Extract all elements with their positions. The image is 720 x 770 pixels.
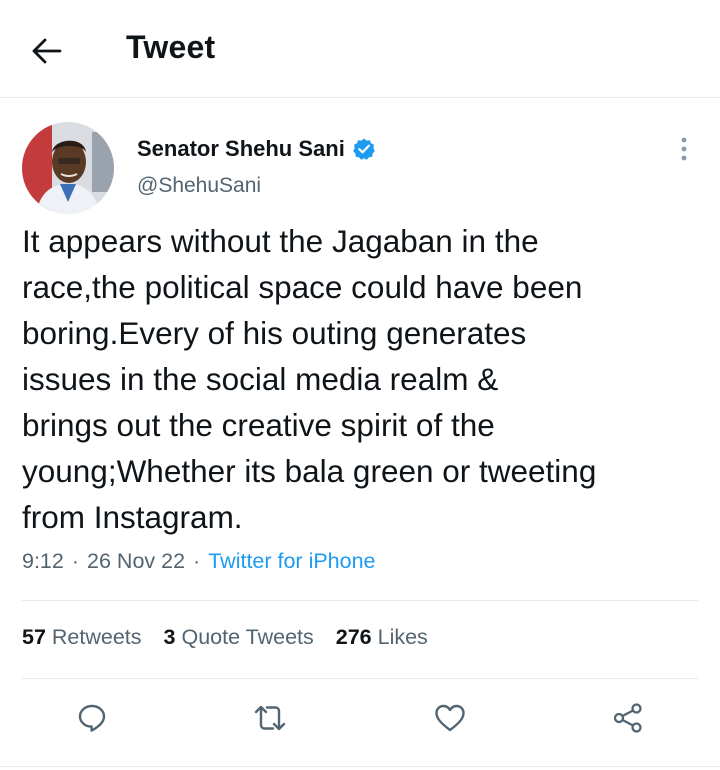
tweet-time: 9:12 (22, 549, 64, 573)
quote-tweets-stat[interactable]: 3 Quote Tweets (164, 625, 314, 650)
divider (22, 600, 698, 601)
retweet-button[interactable] (248, 696, 292, 740)
like-button[interactable] (428, 696, 472, 740)
meta-separator: · (71, 549, 80, 573)
more-vertical-icon (681, 137, 687, 161)
reply-icon (78, 704, 106, 732)
more-options-button[interactable] (670, 133, 698, 165)
header-bar: Tweet (0, 0, 720, 98)
likes-stat[interactable]: 276 Likes (336, 625, 428, 650)
verified-badge-icon (352, 137, 376, 161)
likes-label: Likes (377, 625, 428, 649)
tweet-text: It appears without the Jagaban in the ra… (22, 223, 597, 535)
tweet-meta: 9:12 · 26 Nov 22 · Twitter for iPhone (22, 549, 376, 574)
reply-button[interactable] (70, 696, 114, 740)
share-button[interactable] (606, 696, 650, 740)
quotes-count: 3 (163, 625, 176, 649)
like-icon (435, 704, 465, 732)
retweet-icon (254, 705, 286, 731)
tweet-source-link[interactable]: Twitter for iPhone (208, 549, 375, 574)
author-name[interactable]: Senator Shehu Sani (137, 136, 345, 162)
action-bar (0, 696, 720, 746)
page-title: Tweet (126, 29, 216, 65)
author-handle[interactable]: @ShehuSani (137, 174, 261, 198)
likes-count: 276 (335, 625, 372, 649)
tweet-date: 26 Nov 22 (87, 549, 186, 573)
retweets-stat[interactable]: 57 Retweets (22, 625, 142, 650)
meta-separator: · (193, 549, 201, 573)
quotes-label: Quote Tweets (181, 625, 314, 649)
retweets-count: 57 (22, 625, 46, 649)
arrow-left-icon (32, 38, 62, 64)
retweets-label: Retweets (51, 625, 142, 649)
engagement-stats: 57 Retweets 3 Quote Tweets 276 Likes (22, 625, 428, 650)
divider (0, 766, 720, 767)
avatar[interactable] (22, 122, 114, 214)
back-button[interactable] (26, 30, 68, 72)
author-row: Senator Shehu Sani (137, 136, 376, 162)
divider (22, 678, 698, 679)
share-icon (613, 703, 642, 733)
